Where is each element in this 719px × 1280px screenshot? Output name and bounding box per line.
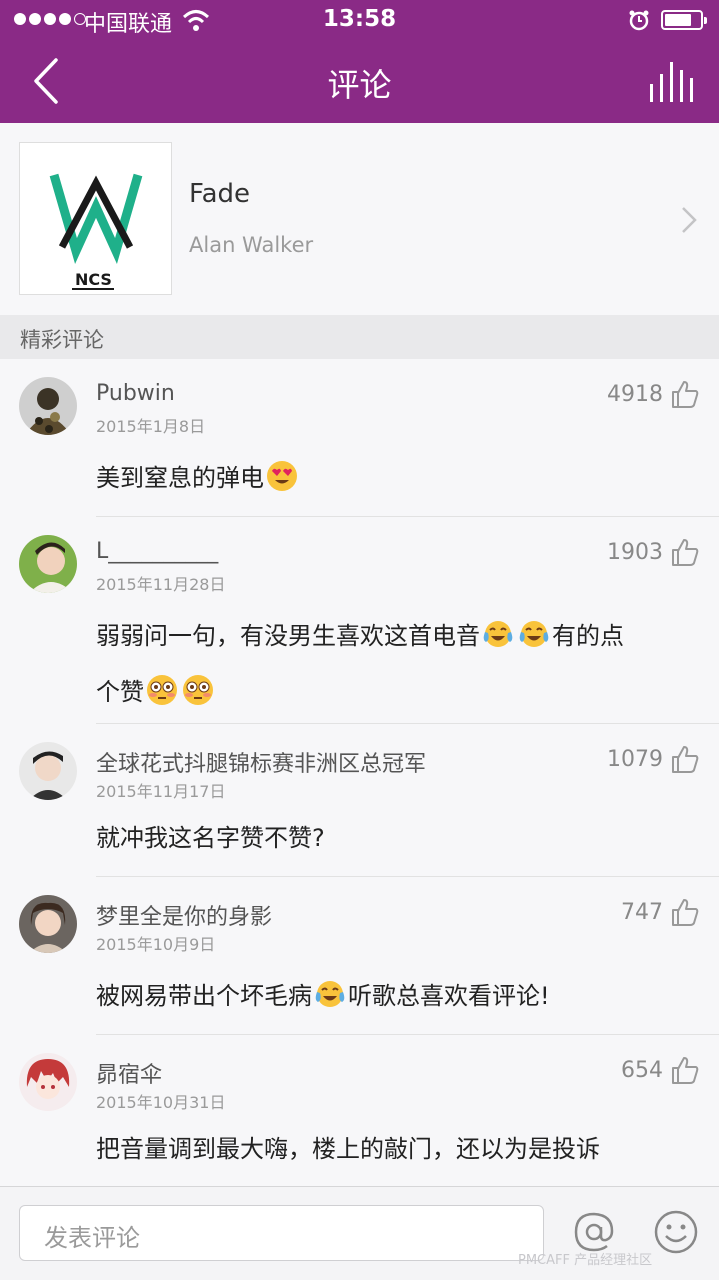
cover-logo-text: NCS [75, 270, 112, 289]
avatar[interactable] [19, 535, 77, 593]
avatar[interactable] [19, 377, 77, 435]
comment-username[interactable]: 全球花式抖腿锦标赛非洲区总冠军 [96, 746, 426, 778]
thumbs-up-icon[interactable] [670, 897, 700, 927]
comment-input-placeholder: 发表评论 [44, 1224, 140, 1252]
like-count: 1079 [607, 747, 663, 772]
comment-text: 把音量调到最大嗨，楼上的敲门，还以为是投诉 [96, 1135, 600, 1163]
screen: 中国联通 13:58 评论 NCS Fade Alan Walker 精彩评论 … [0, 0, 719, 1280]
equalizer-icon[interactable] [646, 58, 698, 104]
section-label: 精彩评论 [20, 328, 104, 352]
status-time: 13:58 [322, 6, 397, 32]
battery-icon [661, 10, 707, 30]
comment-date: 2015年11月28日 [96, 575, 226, 594]
chevron-right-icon [682, 207, 697, 233]
comment-date: 2015年10月9日 [96, 935, 216, 954]
comment-list[interactable]: Pubwin 2015年1月8日 4918 美到窒息的弹电 L_________… [0, 359, 719, 1186]
section-header: 精彩评论 [0, 315, 719, 359]
nav-bar: 评论 [0, 40, 719, 123]
thumbs-up-icon[interactable] [670, 379, 700, 409]
album-cover: NCS [19, 142, 172, 295]
status-bar: 中国联通 13:58 [0, 0, 719, 40]
divider [96, 516, 719, 517]
smiley-icon[interactable] [653, 1209, 699, 1255]
watermark: PMCAFF 产品经理社区 [518, 1253, 653, 1268]
comment-username[interactable]: Pubwin [96, 381, 175, 406]
top-bar: 中国联通 13:58 评论 [0, 0, 719, 123]
thumbs-up-icon[interactable] [670, 744, 700, 774]
like-count: 654 [621, 1058, 663, 1083]
comment-text: 就冲我这名字赞不赞? [96, 824, 325, 852]
thumbs-up-icon[interactable] [670, 1055, 700, 1085]
song-title: Fade [189, 179, 251, 209]
comment-date: 2015年11月17日 [96, 782, 226, 801]
like-count: 1903 [607, 540, 663, 565]
avatar[interactable] [19, 742, 77, 800]
song-artist: Alan Walker [189, 233, 314, 257]
comment-text: 弱弱问一句，有没男生喜欢这首电音 有的点 个赞 [96, 608, 696, 720]
comment-username[interactable]: 梦里全是你的身影 [96, 899, 272, 931]
page-title: 评论 [327, 66, 392, 104]
like-count: 747 [621, 900, 663, 925]
avatar[interactable] [19, 895, 77, 953]
comment-input[interactable]: 发表评论 [19, 1205, 544, 1261]
comment-username[interactable]: L__________ [96, 539, 218, 564]
divider [96, 876, 719, 877]
comment-date: 2015年10月31日 [96, 1093, 226, 1112]
battery-level [665, 14, 691, 26]
tears-of-joy-emoji-icon [315, 981, 345, 1007]
like-count: 4918 [607, 382, 663, 407]
comment-username[interactable]: 昴宿伞 [96, 1057, 162, 1089]
song-card[interactable]: NCS Fade Alan Walker [0, 123, 719, 315]
comment-text: 美到窒息的弹电 [96, 450, 696, 506]
comment-compose-bar: 发表评论 PMCAFF 产品经理社区 [0, 1186, 719, 1280]
comment-text: 被网易带出个坏毛病 听歌总喜欢看评论! [96, 968, 696, 1024]
thumbs-up-icon[interactable] [670, 537, 700, 567]
divider [96, 1034, 719, 1035]
divider [96, 723, 719, 724]
heart-eyes-emoji-icon [267, 461, 297, 491]
alarm-icon [629, 10, 649, 31]
tears-of-joy-emoji-icon [483, 621, 513, 647]
tears-of-joy-emoji-icon [519, 621, 549, 647]
flushed-emoji-icon [147, 675, 177, 705]
comment-date: 2015年1月8日 [96, 417, 206, 436]
avatar[interactable] [19, 1053, 77, 1111]
flushed-emoji-icon [183, 675, 213, 705]
